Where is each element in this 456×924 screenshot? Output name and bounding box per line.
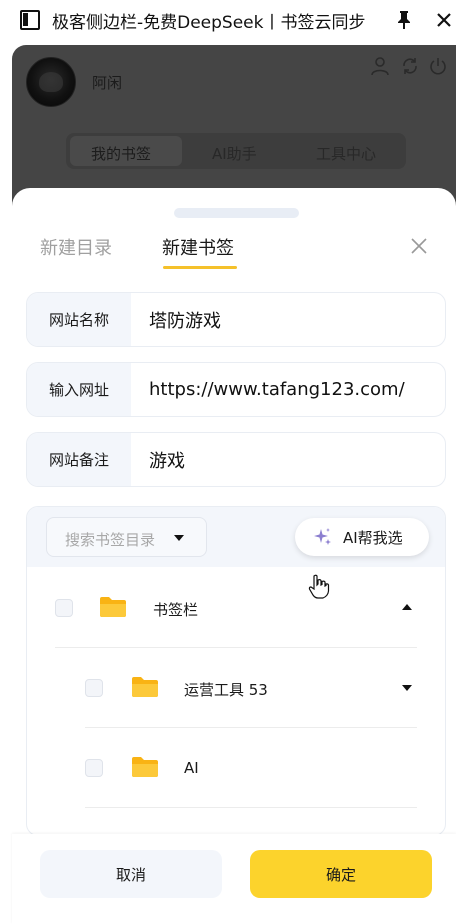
note-field[interactable]: 网站备注 游戏 xyxy=(26,432,446,487)
tree-item-label[interactable]: 书签栏 xyxy=(153,599,198,620)
folder-tree: 搜索书签目录 AI帮我选 书签栏 运营工具 53 AI xyxy=(26,506,446,836)
ai-folder-checkbox[interactable] xyxy=(85,759,103,777)
tab-ai-assistant[interactable]: AI助手 xyxy=(212,143,257,164)
window-close-icon[interactable] xyxy=(434,10,454,30)
site-name-field[interactable]: 网站名称 塔防游戏 xyxy=(26,292,446,347)
url-label: 输入网址 xyxy=(27,363,131,416)
tab-new-folder[interactable]: 新建目录 xyxy=(40,234,112,260)
folder-tree-header: 搜索书签目录 AI帮我选 xyxy=(27,507,445,567)
tab-tool-center[interactable]: 工具中心 xyxy=(316,143,376,164)
divider xyxy=(85,727,417,728)
user-icon[interactable] xyxy=(370,56,390,76)
tab-new-bookmark[interactable]: 新建书签 xyxy=(162,234,234,260)
window-title: 极客侧边栏-免费DeepSeek丨书签云同步 xyxy=(52,13,366,33)
username: 阿闲 xyxy=(92,74,123,92)
sync-icon[interactable] xyxy=(400,56,420,76)
hand-cursor-icon xyxy=(308,574,330,599)
divider xyxy=(85,807,417,808)
window-titlebar: 极客侧边栏-免费DeepSeek丨书签云同步 xyxy=(0,0,456,40)
app-sidebar-icon xyxy=(20,10,40,30)
close-icon[interactable] xyxy=(409,236,429,256)
divider xyxy=(55,647,417,648)
note-label: 网站备注 xyxy=(27,433,131,486)
confirm-button[interactable]: 确定 xyxy=(250,850,432,898)
folder-search-select[interactable]: 搜索书签目录 xyxy=(46,517,207,557)
site-name-label: 网站名称 xyxy=(27,293,131,346)
folder-icon xyxy=(100,597,126,617)
sparkle-icon xyxy=(314,528,331,545)
bookmarks-bar-checkbox[interactable] xyxy=(55,599,73,617)
cancel-button[interactable]: 取消 xyxy=(40,850,222,898)
active-tab-underline xyxy=(163,266,237,269)
folder-search-placeholder: 搜索书签目录 xyxy=(65,531,156,549)
tab-my-bookmarks[interactable]: 我的书签 xyxy=(91,143,151,164)
ai-pick-button[interactable]: AI帮我选 xyxy=(295,518,429,556)
ops-tools-checkbox[interactable] xyxy=(85,679,103,697)
avatar[interactable] xyxy=(26,57,76,107)
folder-icon xyxy=(132,757,158,777)
chevron-up-icon[interactable] xyxy=(402,604,412,610)
folder-icon xyxy=(132,677,158,697)
chevron-down-icon xyxy=(174,535,184,541)
pin-icon[interactable] xyxy=(396,10,412,30)
sheet-drag-handle[interactable] xyxy=(174,208,299,218)
tree-item-label[interactable]: 运营工具 53 xyxy=(184,679,268,700)
url-field[interactable]: 输入网址 https://www.tafang123.com/ xyxy=(26,362,446,417)
url-input[interactable]: https://www.tafang123.com/ xyxy=(149,363,405,416)
power-icon[interactable] xyxy=(428,56,448,76)
site-name-input[interactable]: 塔防游戏 xyxy=(149,293,221,346)
ai-pick-label: AI帮我选 xyxy=(343,529,403,547)
note-input[interactable]: 游戏 xyxy=(149,433,185,486)
chevron-down-icon[interactable] xyxy=(402,685,412,691)
tree-item-label[interactable]: AI xyxy=(184,759,199,777)
